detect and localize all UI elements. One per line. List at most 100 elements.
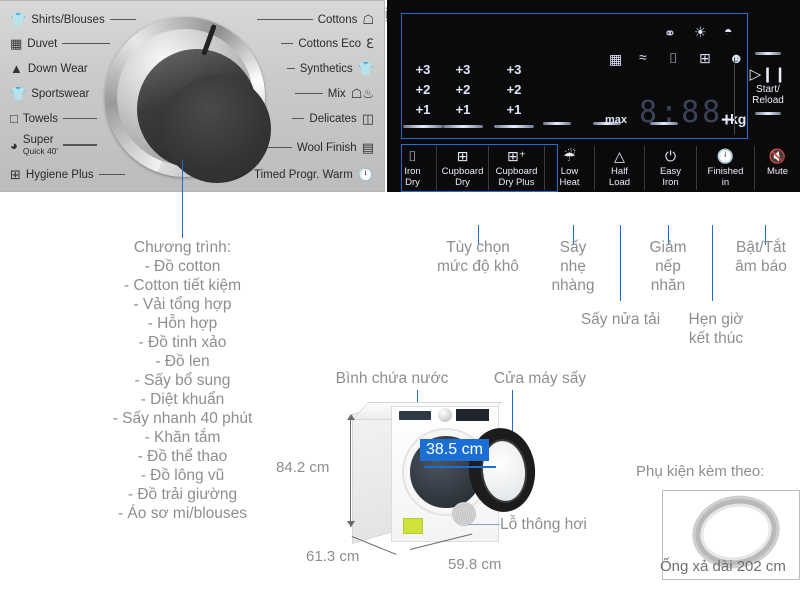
program-wool-finish[interactable]: Wool Finish ▤ (265, 140, 374, 155)
start-label-line1: Start/ (756, 84, 780, 95)
button-finished-in[interactable]: 🕛 Finished in (697, 146, 755, 190)
callout-dryness-options: Tùy chọn mức độ khô (437, 239, 519, 275)
dryer-control-knob[interactable] (438, 408, 452, 422)
program-list-item: - Sấy nhanh 40 phút (112, 410, 253, 427)
dimension-height: 84.2 cm (276, 459, 330, 476)
program-list-item: - Sấy bổ sung (134, 372, 231, 389)
door-opening-highlight: 38.5 cm (420, 439, 489, 461)
callout-easy-iron: Giảm nếp nhăn (649, 239, 687, 294)
button-label-line1: Half (611, 166, 628, 177)
program-label: Down Wear (27, 62, 88, 75)
program-list-item: - Đồ tinh xảo (138, 334, 227, 351)
program-timed-warm[interactable]: Timed Progr. Warm 🕛 (254, 168, 374, 181)
program-selector-knob[interactable] (105, 17, 271, 183)
program-synthetics[interactable]: Synthetics 👕 (286, 61, 374, 76)
button-label-line1: Finished (707, 166, 744, 177)
program-super-quick[interactable]: ◕ Super Quick 40' (10, 134, 98, 157)
program-sportswear[interactable]: 👕 Sportswear (10, 87, 89, 100)
program-mix[interactable]: Mix ☖♨ (294, 86, 374, 101)
program-list-item: - Đồ len (155, 353, 210, 370)
program-dial-panel: 👕 Shirts/Blouses ▦ Duvet ▲ Down Wear 👕 S… (0, 0, 385, 192)
half-load-icon: △ (614, 148, 625, 164)
wool-icon: ▤ (361, 140, 374, 155)
program-label: Towels (22, 112, 59, 125)
program-list: Chương trình: - Đồ cotton - Cotton tiết … (40, 238, 325, 523)
program-duvet[interactable]: ▦ Duvet (10, 36, 111, 51)
program-cottons[interactable]: Cottons ☖ (256, 12, 374, 27)
button-easy-iron[interactable]: ⏻ Easy Iron (645, 146, 697, 190)
callout-water-tank: Bình chứa nước (335, 370, 449, 387)
mix-icon: ☖♨ (350, 86, 374, 101)
highlight-display-area (401, 13, 748, 139)
accessory-label: Ống xả dài 202 cm (660, 558, 786, 575)
accessory-caption: Phụ kiện kèm theo: (636, 463, 765, 480)
delicates-icon: ◫ (361, 111, 374, 126)
program-label: Cottons (317, 13, 358, 26)
height-arrow-head-top (347, 414, 355, 420)
eco-icon: ℇ (366, 36, 374, 51)
leader-program-list (182, 160, 183, 238)
button-label-line1: Easy (659, 166, 682, 177)
start-label-line2: Reload (752, 95, 784, 106)
program-label: Sportswear (31, 87, 90, 100)
program-list-item: - Hỗn hợp (147, 315, 218, 332)
program-label: Cottons Eco (298, 37, 361, 50)
button-mute[interactable]: 🔇 Mute (755, 146, 800, 190)
cottons-icon: ☖ (362, 12, 374, 27)
callout-vent: Lỗ thông hơi (500, 516, 587, 533)
program-label: Hygiene Plus (25, 168, 94, 181)
mute-icon: 🔇 (768, 148, 787, 164)
program-shirts-blouses[interactable]: 👕 Shirts/Blouses (10, 13, 136, 26)
program-label: Shirts/Blouses (31, 13, 105, 26)
program-label: Synthetics (299, 62, 353, 75)
program-list-item: - Cotton tiết kiệm (123, 277, 242, 294)
button-label-line1: Mute (766, 166, 789, 177)
button-half-load[interactable]: △ Half Load (595, 146, 645, 190)
callout-half-load: Sấy nửa tải (580, 311, 661, 328)
dryer-side-panel (352, 401, 396, 544)
program-list-item: - Diệt khuẩn (140, 391, 225, 408)
hygiene-plus-icon: ⊞ (10, 167, 21, 182)
callout-finished-in: Hẹn giờ kết thúc (688, 311, 744, 347)
water-tank-drawer[interactable] (399, 411, 431, 420)
door-opening-arrow (424, 466, 496, 468)
program-label: Mix (327, 87, 346, 100)
control-panel: 👕 Shirts/Blouses ▦ Duvet ▲ Down Wear 👕 S… (0, 0, 800, 192)
super-quick-icon: ◕ (10, 138, 18, 153)
program-label: Super (22, 134, 54, 146)
synthetics-icon: 👕 (357, 61, 374, 76)
program-list-item: - Áo sơ mi/blouses (117, 505, 248, 522)
program-label: Timed Progr. Warm (253, 168, 353, 181)
sportswear-icon: 👕 (10, 86, 27, 101)
program-sublabel: Quick 40' (22, 146, 59, 156)
vent-circle[interactable] (452, 502, 476, 526)
button-label-line2: Heat (559, 177, 580, 188)
knob-face (163, 75, 271, 183)
leader-half-load (620, 225, 621, 301)
leader-vent (468, 524, 500, 525)
highlight-dryness-buttons (401, 144, 558, 192)
height-arrow (350, 415, 351, 527)
program-list-title: Chương trình: (133, 239, 232, 256)
shirt-icon: 👕 (10, 12, 27, 27)
callout-low-heat: Sấy nhẹ nhàng (551, 239, 595, 294)
program-hygiene-plus[interactable]: ⊞ Hygiene Plus (10, 168, 125, 181)
easy-iron-icon: ⏻ (664, 148, 677, 164)
height-arrow-head-bottom (347, 521, 355, 527)
down-wear-icon: ▲ (10, 61, 23, 76)
clock-icon: 🕛 (357, 167, 374, 182)
duvet-icon: ▦ (10, 36, 23, 51)
program-list-item: - Đồ trải giường (127, 486, 238, 503)
dryer-display-strip (456, 409, 489, 421)
program-down-wear[interactable]: ▲ Down Wear (10, 62, 88, 75)
knob-mid-ring (117, 29, 271, 183)
dimension-depth: 61.3 cm (306, 548, 360, 565)
callout-dryer-door: Cửa máy sấy (493, 370, 587, 387)
program-cottons-eco[interactable]: Cottons Eco ℇ (281, 37, 374, 50)
program-delicates[interactable]: Delicates ◫ (292, 112, 374, 125)
knob-inner-ring (137, 49, 271, 183)
dimension-width: 59.8 cm (448, 556, 502, 573)
button-label-line2: Load (608, 177, 631, 188)
program-towels[interactable]: □ Towels (10, 112, 98, 125)
button-label-line2: Iron (662, 177, 679, 188)
